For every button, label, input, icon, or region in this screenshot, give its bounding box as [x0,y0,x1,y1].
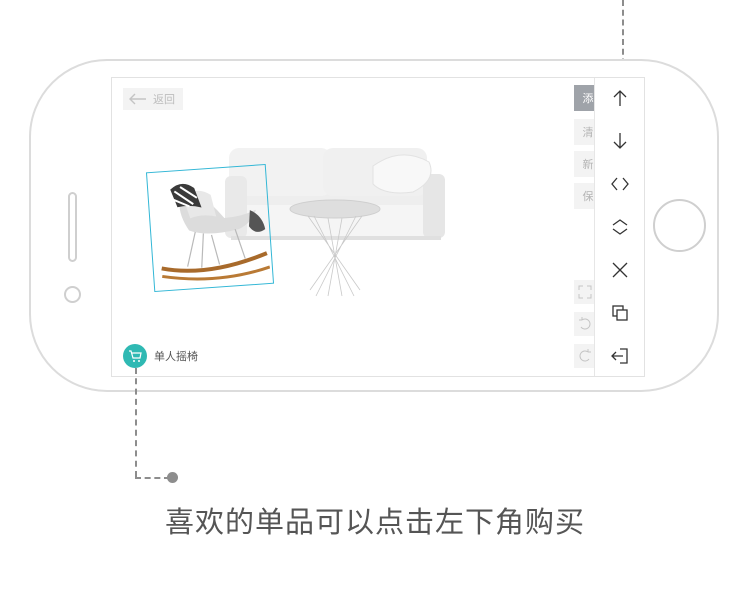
callout-line-horizontal [135,477,170,479]
redo-icon [579,349,591,362]
delete-item-button[interactable] [608,258,632,282]
bring-forward-button[interactable] [608,86,632,110]
callout-dot [167,472,178,483]
flip-horizontal-icon [611,177,629,191]
cart-icon [129,350,142,362]
fullscreen-button[interactable] [574,280,596,304]
arrow-up-icon [613,90,627,106]
flip-horizontal-button[interactable] [608,172,632,196]
back-label: 返回 [153,93,175,106]
expand-icon [578,285,592,299]
selected-item[interactable] [145,163,275,293]
caption-text: 喜欢的单品可以点击左下角购买 [164,505,585,539]
back-button[interactable]: 返回 [123,88,183,110]
close-icon [612,262,628,278]
undo-button[interactable] [574,312,596,336]
exit-icon [611,348,628,364]
cart-button[interactable] [123,344,147,368]
app-screen: 返回 添 清 新 保 单人摇椅 [111,77,645,377]
duplicate-item-button[interactable] [608,301,632,325]
side-table-image [289,199,381,297]
redo-button[interactable] [574,344,596,368]
callout-line-vertical [135,368,137,477]
item-toolbar [594,78,644,376]
exit-toolbar-button[interactable] [608,344,632,368]
arrow-down-icon [613,133,627,149]
product-name: 单人摇椅 [154,350,198,363]
rocking-chair-image [161,183,271,281]
product-link[interactable]: 单人摇椅 [123,344,198,368]
arrow-left-icon [129,93,146,105]
undo-icon [579,317,591,330]
send-backward-button[interactable] [608,129,632,153]
phone-side-button [68,192,77,262]
flip-vertical-button[interactable] [608,215,632,239]
phone-camera [64,286,81,303]
phone-home-button [653,199,706,252]
flip-vertical-icon [612,219,628,235]
copy-icon [612,305,628,321]
